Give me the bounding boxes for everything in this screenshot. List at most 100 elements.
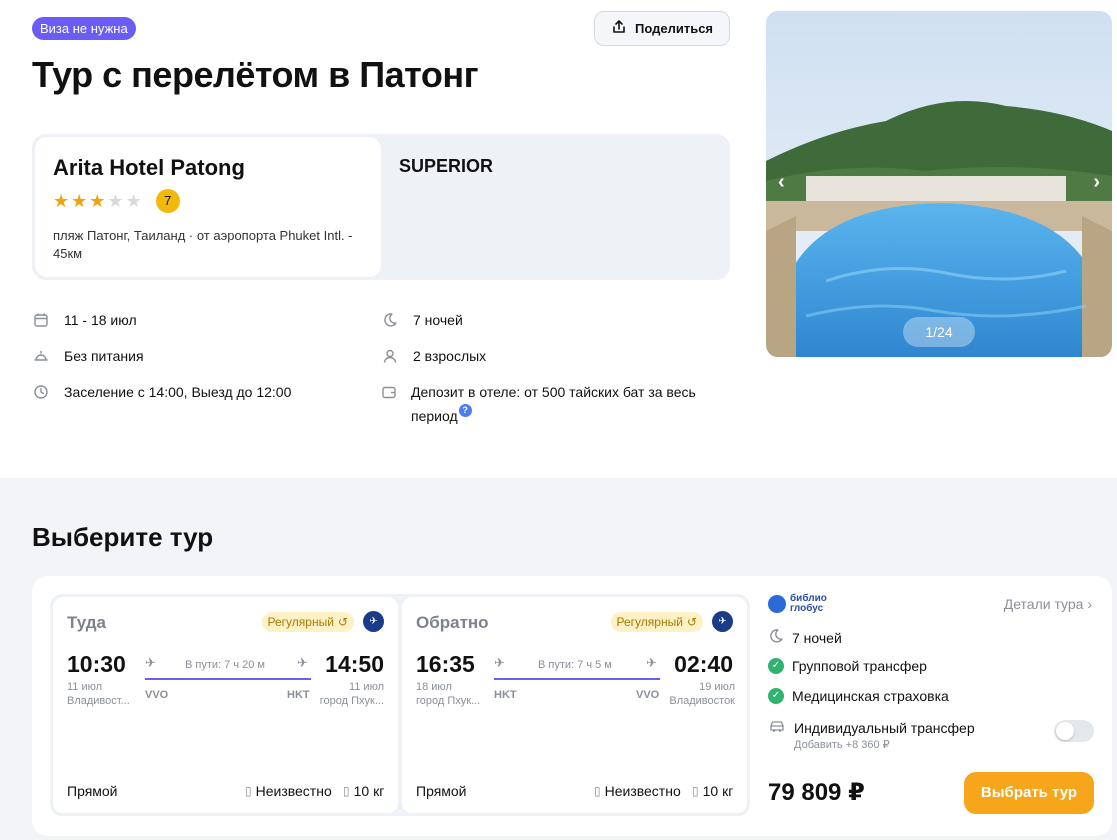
moon-icon: [768, 628, 784, 647]
cloche-icon: [32, 344, 50, 368]
nights-text: 7 ночей: [792, 629, 842, 646]
suitcase-icon: ▯: [594, 784, 601, 798]
takeoff-icon: ✈: [494, 655, 505, 670]
guests-text: 2 взрослых: [413, 348, 487, 364]
clock-icon: [32, 380, 50, 404]
flight-direction: Обратно: [416, 613, 489, 632]
takeoff-icon: ✈: [145, 655, 156, 670]
gallery-next-arrow[interactable]: ›: [1093, 171, 1100, 194]
share-icon: [611, 19, 627, 38]
star-empty-icon: ★: [125, 191, 142, 211]
badge-label: Регулярный: [616, 615, 683, 629]
deposit-info: Депозит в отеле: от 500 тайских бат за в…: [381, 380, 711, 428]
stops-label: Прямой: [416, 783, 467, 799]
insurance-text: Медицинская страховка: [792, 688, 949, 704]
arrival-city: город Пхук...: [319, 695, 384, 707]
page-title: Тур с перелётом в Патонг: [32, 54, 479, 95]
suitcase-icon: ▯: [245, 784, 252, 798]
operator-logo-icon: [768, 595, 786, 613]
calendar-icon: [32, 308, 50, 332]
check-icon: ✓: [768, 658, 784, 674]
guests-info: 2 взрослых: [381, 344, 486, 368]
flight-direction: Туда: [67, 613, 107, 632]
departure-city: город Пхук...: [416, 695, 481, 707]
stops-label: Прямой: [67, 783, 118, 799]
meals-text: Без питания: [64, 348, 144, 364]
departure-airport-code: HKT: [494, 689, 517, 701]
visa-badge: Виза не нужна: [32, 17, 136, 40]
flight-route-line: [494, 678, 660, 680]
regular-flight-badge: Регулярный ↺: [610, 612, 703, 632]
departure-airport-code: VVO: [145, 689, 169, 701]
arrival-city: Владивосток: [669, 695, 735, 707]
section-title: Выберите тур: [32, 522, 214, 552]
hotel-location: пляж Патонг, Таиланд · от аэропорта Phuk…: [53, 228, 353, 261]
star-icon: ★: [89, 191, 106, 211]
bag-icon: ▯: [343, 784, 350, 798]
outbound-flight[interactable]: Туда Регулярный ↺ ✈ 10:30 ✈ В пути: 7 ч …: [53, 597, 398, 813]
toggle-knob: [1056, 722, 1074, 740]
meals-info: Без питания: [32, 344, 144, 368]
chevron-right-icon: ›: [1087, 596, 1092, 612]
share-button[interactable]: Поделиться: [594, 11, 730, 46]
baggage-text: 10 кг: [702, 783, 734, 799]
hotel-name[interactable]: Arita Hotel Patong: [53, 155, 363, 181]
flight-route-line: [145, 678, 311, 680]
history-icon: ↺: [337, 615, 348, 629]
badge-label: Регулярный: [267, 615, 334, 629]
tour-details-link[interactable]: Детали тура ›: [1004, 596, 1092, 612]
star-icon: ★: [71, 191, 88, 211]
moon-icon: [381, 308, 399, 332]
departure-time: 16:35: [416, 651, 475, 677]
hand-luggage: ▯ Неизвестно: [245, 783, 332, 799]
arrival-time: 02:40: [674, 651, 733, 677]
hotel-header-section: Виза не нужна Поделиться Тур с перелётом…: [0, 0, 1117, 478]
car-icon: [768, 718, 786, 737]
tour-details-label: Детали тура: [1003, 596, 1084, 612]
individual-transfer-toggle[interactable]: [1054, 720, 1094, 742]
inbound-flight[interactable]: Обратно Регулярный ↺ ✈ 16:35 ✈ В пути: 7…: [402, 597, 747, 813]
hotel-photo: [766, 11, 1112, 357]
wallet-icon: [381, 380, 397, 404]
individual-transfer-price: Добавить +8 360 ₽: [794, 739, 890, 751]
nights-row: 7 ночей: [768, 628, 842, 647]
hand-luggage: ▯ Неизвестно: [594, 783, 681, 799]
arrival-time: 14:50: [325, 651, 384, 677]
hotel-card[interactable]: Arita Hotel Patong ★ ★ ★ ★ ★ 7 пляж Пато…: [35, 137, 381, 277]
bag-icon: ▯: [692, 784, 699, 798]
flight-duration: В пути: 7 ч 20 м: [185, 659, 265, 671]
departure-city: Владивост...: [67, 695, 130, 707]
baggage: ▯ 10 кг: [343, 783, 384, 799]
logo-line-2: глобус: [790, 603, 824, 614]
hotel-info-box: Arita Hotel Patong ★ ★ ★ ★ ★ 7 пляж Пато…: [32, 134, 730, 280]
hotel-photo-gallery[interactable]: ‹ › 1/24: [766, 11, 1112, 357]
baggage: ▯ 10 кг: [692, 783, 733, 799]
tour-price: 79 809 ₽: [768, 779, 865, 806]
hotel-category: SUPERIOR: [399, 156, 494, 176]
regular-flight-badge: Регулярный ↺: [261, 612, 354, 632]
airline-logo-icon: ✈: [363, 611, 384, 632]
departure-date: 18 июл: [416, 681, 452, 693]
arrival-date: 19 июл: [699, 681, 735, 693]
hand-luggage-text: Неизвестно: [604, 783, 681, 799]
tour-offer-card: Туда Регулярный ↺ ✈ 10:30 ✈ В пути: 7 ч …: [32, 576, 1112, 836]
check-icon: ✓: [768, 688, 784, 704]
landing-icon: ✈: [646, 655, 657, 670]
departure-date: 11 июл: [67, 681, 103, 693]
departure-time: 10:30: [67, 651, 126, 677]
operator-logo-text: библио глобус: [790, 594, 827, 614]
gallery-prev-arrow[interactable]: ‹: [778, 171, 785, 194]
operator-logo: библио глобус: [768, 594, 827, 614]
nights-text: 7 ночей: [413, 312, 463, 328]
tour-selection-section: Выберите тур Туда Регулярный ↺ ✈ 10:30 ✈…: [0, 478, 1117, 840]
flight-duration: В пути: 7 ч 5 м: [538, 659, 612, 671]
person-icon: [381, 344, 399, 368]
select-tour-button[interactable]: Выбрать тур: [964, 772, 1094, 814]
checkin-info: Заселение с 14:00, Выезд до 12:00: [32, 380, 291, 404]
deposit-text: Депозит в отеле: от 500 тайских бат за в…: [411, 384, 696, 424]
help-icon[interactable]: ?: [458, 404, 472, 417]
individual-transfer-text: Индивидуальный трансфер: [794, 719, 975, 736]
group-transfer-text: Групповой трансфер: [792, 658, 927, 674]
baggage-text: 10 кг: [353, 783, 385, 799]
arrival-date: 11 июл: [348, 681, 384, 693]
